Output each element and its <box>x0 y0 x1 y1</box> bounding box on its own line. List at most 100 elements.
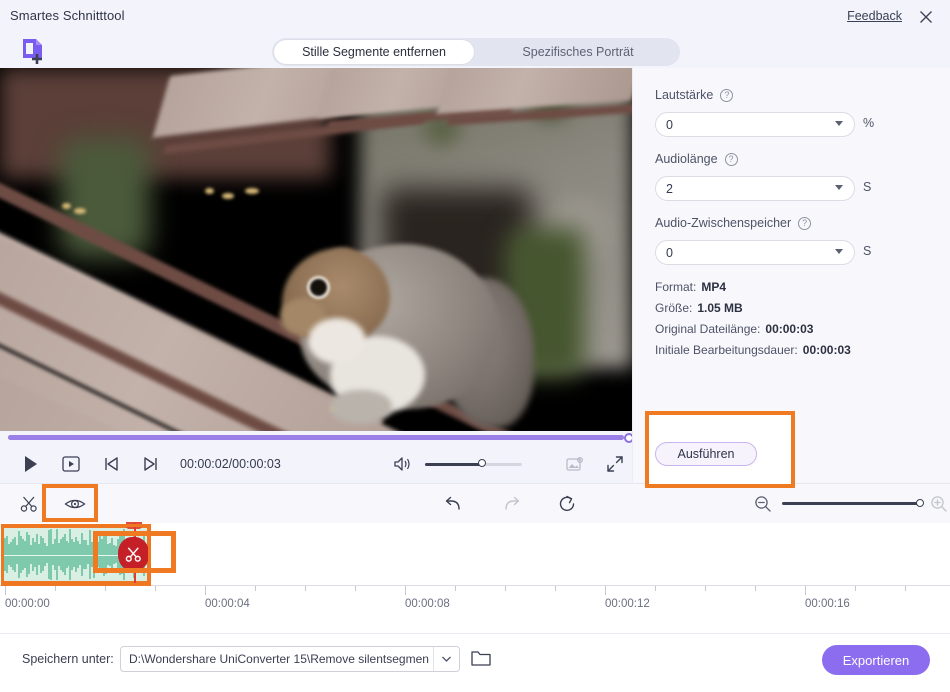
format-info-row: Format: MP4 <box>655 280 726 294</box>
ruler-tick-minor <box>705 586 706 591</box>
help-icon[interactable]: ? <box>798 216 812 230</box>
zoom-out-icon[interactable] <box>754 495 772 513</box>
path-dropdown-icon[interactable] <box>433 647 459 671</box>
ruler-tick-minor <box>755 586 756 591</box>
save-path-input[interactable]: D:\Wondershare UniConverter 15\Remove si… <box>120 646 460 672</box>
ruler-tick-minor <box>55 586 56 591</box>
title-bar: Smartes Schnitttool Feedback <box>0 0 950 33</box>
ruler-label: 00:00:12 <box>605 598 650 610</box>
zoom-handle[interactable] <box>916 498 924 507</box>
ruler-tick-minor <box>105 586 106 591</box>
volume-unit: % <box>863 116 875 130</box>
chevron-down-icon[interactable] <box>835 249 843 254</box>
scissors-marker-icon[interactable] <box>118 537 149 571</box>
volume-label-text: Lautstärke <box>655 88 714 102</box>
volume-handle[interactable] <box>477 459 486 467</box>
initial-duration-value: 00:00:03 <box>802 343 851 357</box>
tab-bar: Stille Segmente entfernen Spezifisches P… <box>0 33 950 68</box>
redo-icon[interactable] <box>494 489 528 519</box>
initial-duration-label: Initiale Bearbeitungsdauer: <box>655 343 798 357</box>
undo-icon[interactable] <box>436 489 470 519</box>
ruler-tick-minor <box>455 586 456 591</box>
frame-preview-icon[interactable] <box>56 449 86 479</box>
ruler-tick-minor <box>505 586 506 591</box>
volume-slider[interactable] <box>424 459 522 467</box>
audio-buffer-setting-label: Audio-Zwischenspeicher ? <box>655 216 812 230</box>
audio-length-select[interactable]: 2 <box>655 176 855 201</box>
timeline-ruler: 00:00:00 00:00:04 00:00:08 00:00:12 00:00:16 <box>0 585 950 633</box>
seek-progress-fill <box>8 435 624 440</box>
mode-tabs: Stille Segmente entfernen Spezifisches P… <box>272 38 680 66</box>
ruler-tick-major <box>205 586 206 595</box>
save-path-value: D:\Wondershare UniConverter 15\Remove si… <box>129 652 429 666</box>
original-duration-info-row: Original Dateilänge: 00:00:03 <box>655 322 813 336</box>
ruler-label: 00:00:00 <box>5 598 50 610</box>
audio-length-setting-label: Audiolänge ? <box>655 152 738 166</box>
help-icon[interactable]: ? <box>724 152 738 166</box>
close-icon[interactable] <box>916 7 936 27</box>
chevron-down-icon[interactable] <box>835 185 843 190</box>
original-duration-value: 00:00:03 <box>765 322 814 336</box>
ruler-tick-minor <box>305 586 306 591</box>
zoom-controls <box>632 483 950 523</box>
format-value: MP4 <box>701 280 727 294</box>
volume-setting-label: Lautstärke ? <box>655 88 734 102</box>
snapshot-icon[interactable] <box>560 449 590 479</box>
run-button[interactable]: Ausführen <box>655 442 757 466</box>
seek-bar[interactable] <box>0 431 634 445</box>
audio-buffer-value: 0 <box>666 245 673 260</box>
reset-icon[interactable] <box>550 489 584 519</box>
ruler-tick-minor <box>255 586 256 591</box>
zoom-in-icon[interactable] <box>930 495 948 513</box>
video-frame-image <box>0 68 632 431</box>
export-button[interactable]: Exportieren <box>822 645 930 675</box>
audio-length-unit: S <box>863 180 872 194</box>
video-preview[interactable] <box>0 68 632 431</box>
feedback-link[interactable]: Feedback <box>847 9 902 23</box>
ruler-tick-major <box>5 586 6 595</box>
volume-fill <box>424 462 482 466</box>
audio-length-value: 2 <box>666 181 673 196</box>
chevron-down-icon[interactable] <box>835 121 843 126</box>
size-info-row: Größe: 1.05 MB <box>655 301 743 315</box>
ruler-tick-major <box>405 586 406 595</box>
tab-specific-portrait[interactable]: Spezifisches Porträt <box>478 40 678 64</box>
audio-buffer-label-text: Audio-Zwischenspeicher <box>655 216 792 230</box>
ruler-tick-minor <box>655 586 656 591</box>
tab-remove-silent-segments[interactable]: Stille Segmente entfernen <box>274 40 474 64</box>
play-icon[interactable] <box>16 449 46 479</box>
audio-buffer-select[interactable]: 0 <box>655 240 855 265</box>
ruler-label: 00:00:04 <box>205 598 250 610</box>
volume-select[interactable]: 0 <box>655 112 855 137</box>
size-label: Größe: <box>655 301 693 315</box>
ruler-label: 00:00:08 <box>405 598 450 610</box>
original-duration-label: Original Dateilänge: <box>655 322 761 336</box>
scissors-icon[interactable] <box>12 489 46 519</box>
ruler-tick-minor <box>155 586 156 591</box>
ruler-tick-minor <box>555 586 556 591</box>
volume-icon[interactable] <box>387 449 417 479</box>
time-display: 00:00:02/00:00:03 <box>180 457 281 471</box>
format-label: Format: <box>655 280 697 294</box>
volume-value: 0 <box>666 117 673 132</box>
audio-length-label-text: Audiolänge <box>655 152 718 166</box>
edit-toolbar <box>0 483 632 523</box>
size-value: 1.05 MB <box>697 301 743 315</box>
fullscreen-icon[interactable] <box>600 449 630 479</box>
folder-icon[interactable] <box>470 648 492 670</box>
ruler-tick-minor <box>355 586 356 591</box>
next-frame-icon[interactable] <box>136 449 166 479</box>
help-icon[interactable]: ? <box>720 88 734 102</box>
eye-icon[interactable] <box>58 489 92 519</box>
ruler-tick-minor <box>855 586 856 591</box>
add-document-icon[interactable] <box>18 36 52 66</box>
seek-track[interactable] <box>8 433 634 443</box>
previous-frame-icon[interactable] <box>96 449 126 479</box>
playback-controls: 00:00:02/00:00:03 <box>0 445 632 483</box>
ruler-tick-major <box>605 586 606 595</box>
zoom-slider[interactable] <box>782 498 924 507</box>
window-title: Smartes Schnitttool <box>10 8 125 23</box>
ruler-tick-minor <box>905 586 906 591</box>
initial-duration-info-row: Initiale Bearbeitungsdauer: 00:00:03 <box>655 343 851 357</box>
ruler-label: 00:00:16 <box>805 598 850 610</box>
